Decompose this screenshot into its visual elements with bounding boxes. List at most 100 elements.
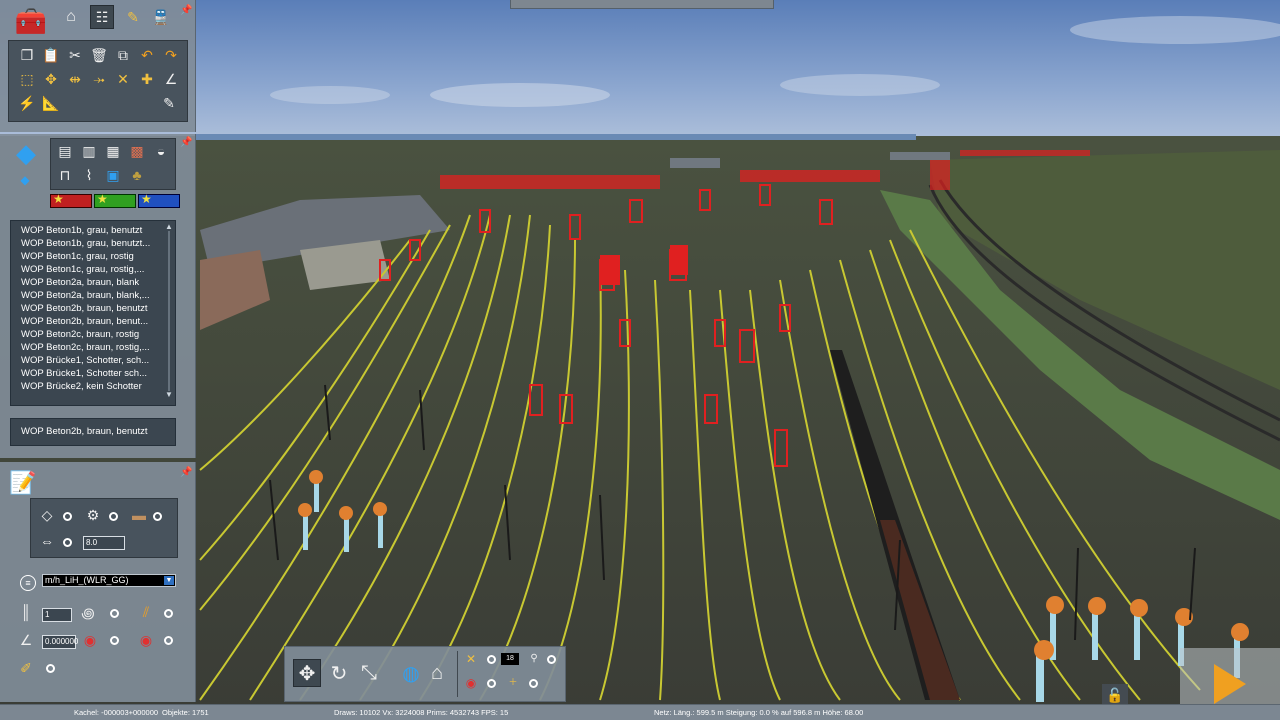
status-network: Netz: Läng.: 599.5 m Steigung: 0.0 % auf… [654, 708, 864, 717]
home-view-icon[interactable]: ⌂ [423, 659, 451, 687]
list-item[interactable]: WOP Beton2a, braun, blank [11, 276, 163, 289]
favorite-red-button[interactable]: ★ [50, 192, 92, 208]
toolbox-icon[interactable]: 🧰 [10, 2, 52, 40]
list-item[interactable]: WOP Beton1c, grau, rostig [11, 250, 163, 263]
tools-panel: 🧰 ⌂ ☷ ✎ 🚆 📌 ❐ 📋 ✂ 🗑 ⧉ ↶ ↷ ⬚ ✥ ⇹ ⤞ ✕ ✚ ∠ … [0, 0, 196, 132]
rail-radio[interactable] [153, 512, 162, 521]
favorite-blue-button[interactable]: ★ [138, 192, 180, 208]
move-icon[interactable]: ✥ [41, 69, 61, 89]
crossing-icon[interactable]: ✕ [113, 69, 133, 89]
move-gizmo-icon[interactable]: ✥ [293, 659, 321, 687]
unlock-icon[interactable]: 🔓 [1102, 684, 1128, 706]
cross-icon[interactable]: ✚ [137, 69, 157, 89]
measure-icon[interactable]: 📐 [41, 93, 61, 113]
list-scrollbar[interactable]: ▲ ▼ [165, 223, 173, 403]
object-categories: ▤ ▥ ▦ ▩ ◒ ⊓ ⌇ ▣ ♣ [50, 138, 176, 190]
list-item[interactable]: WOP Beton1b, grau, benutzt [11, 224, 163, 237]
train-icon[interactable]: 🚆 [150, 6, 172, 28]
plus-radio[interactable] [529, 679, 538, 688]
list-item[interactable]: WOP Beton2c, braun, rostig [11, 328, 163, 341]
pin-icon[interactable]: 📌 [180, 138, 192, 148]
list-item[interactable]: WOP Brücke2, kein Schotter [11, 380, 163, 393]
undo-icon[interactable]: ↶ [137, 45, 157, 65]
sleeper-icon[interactable]: ▦ [103, 141, 123, 161]
brush-icon[interactable]: ✎ [122, 6, 144, 28]
chevron-down-icon[interactable]: ▼ [164, 576, 174, 585]
spiral-radio[interactable] [110, 609, 119, 618]
gradient-input[interactable]: 0.000000 [42, 635, 78, 649]
gear-icon: ⚙ [86, 506, 100, 523]
distant-water [196, 134, 916, 140]
status-objects: Objekte: 1751 [162, 708, 209, 717]
spline-radio[interactable] [63, 512, 72, 521]
scroll-track[interactable] [168, 231, 170, 391]
home-icon[interactable]: ⌂ [60, 6, 82, 28]
gear-radio[interactable] [109, 512, 118, 521]
pin-icon[interactable]: 📌 [180, 6, 192, 16]
spline-type-select[interactable]: m/h_LiH_(WLR_GG) ▼ [42, 574, 176, 587]
top-handle-bar[interactable] [510, 0, 774, 9]
pin-icon[interactable]: 📌 [180, 468, 192, 478]
join-icon[interactable]: ⤞ [89, 69, 109, 89]
paste-icon[interactable]: 📋 [41, 45, 61, 65]
width-input[interactable]: 8.0 [83, 536, 125, 550]
favorite-green-button[interactable]: ★ [94, 192, 136, 208]
select-rect-icon[interactable]: ⬚ [17, 69, 37, 89]
list-item[interactable]: WOP Brücke1, Schotter, sch... [11, 354, 163, 367]
track-settings-inner: ◇ ⚙ ▬ ⇔ 8.0 [30, 498, 178, 558]
width-radio[interactable] [63, 538, 72, 547]
camera-track-radio[interactable] [164, 636, 173, 645]
bridge-icon[interactable]: ⊓ [55, 165, 75, 185]
copy-icon[interactable]: ❐ [17, 45, 37, 65]
list-item[interactable]: WOP Beton2a, braun, blank,... [11, 289, 163, 302]
rail-segment-icon: ▬ [132, 507, 146, 523]
ladder-icon: ⫽ [142, 603, 150, 620]
object-cube-icon[interactable]: ◆ [10, 138, 42, 168]
rail-icon[interactable]: ▥ [79, 141, 99, 161]
rotate-icon[interactable]: ↻ [325, 659, 353, 687]
marker-icon: ◉ [465, 676, 477, 690]
play-icon[interactable] [1214, 664, 1246, 704]
world-icon[interactable]: ◍ [397, 659, 425, 687]
small-cube-icon[interactable]: ◆ [16, 172, 34, 188]
ladder-radio[interactable] [164, 609, 173, 618]
camera-radio[interactable] [110, 636, 119, 645]
split-icon[interactable]: ⇹ [65, 69, 85, 89]
catenary-icon[interactable]: ⌇ [79, 165, 99, 185]
switch-icon[interactable]: ⚡ [17, 93, 37, 113]
star-icon: ★ [97, 192, 108, 206]
status-tile: Kachel: -000003+000000 [74, 708, 159, 717]
list-item[interactable]: WOP Beton2c, braun, rostig,... [11, 341, 163, 354]
list-item[interactable]: WOP Beton2b, braun, benutzt [11, 302, 163, 315]
cut-icon[interactable]: ✂ [65, 45, 85, 65]
duplicate-icon[interactable]: ⧉ [113, 45, 133, 65]
track-mode-icon[interactable]: ☷ [90, 5, 114, 29]
scroll-down-icon[interactable]: ▼ [165, 391, 173, 399]
slope-icon[interactable]: ∠ [161, 69, 181, 89]
delete-icon[interactable]: 🗑 [89, 45, 109, 65]
station-building [670, 158, 720, 168]
pencil-radio[interactable] [46, 664, 55, 673]
snap-radio[interactable] [487, 655, 496, 664]
asset-list[interactable]: WOP Beton1b, grau, benutzt WOP Beton1b, g… [10, 220, 176, 406]
list-item[interactable]: WOP Beton1b, grau, benutzt... [11, 237, 163, 250]
list-item[interactable]: WOP Brücke1, Schotter sch... [11, 367, 163, 380]
checklist-icon[interactable]: 📝 [8, 468, 38, 498]
track-object-icon[interactable]: ▤ [55, 141, 75, 161]
link-radio[interactable] [547, 655, 556, 664]
brick-icon[interactable]: ▩ [127, 141, 147, 161]
count-input[interactable]: 1 [42, 608, 72, 622]
scale-icon[interactable]: ⤡ [355, 659, 383, 687]
marker-radio[interactable] [487, 679, 496, 688]
track-type-icon: ≡ [20, 575, 36, 591]
road-icon[interactable]: ▣ [103, 165, 123, 185]
edit-icon[interactable]: ✎ [159, 93, 179, 113]
bag-icon[interactable]: ♣ [127, 165, 147, 185]
list-item[interactable]: WOP Beton1c, grau, rostig,... [11, 263, 163, 276]
redo-icon[interactable]: ↷ [161, 45, 181, 65]
tunnel-icon[interactable]: ◒ [151, 141, 171, 161]
separator [457, 651, 458, 697]
scroll-up-icon[interactable]: ▲ [165, 223, 173, 231]
list-item[interactable]: WOP Beton2b, braun, benut... [11, 315, 163, 328]
cloud [270, 86, 390, 104]
